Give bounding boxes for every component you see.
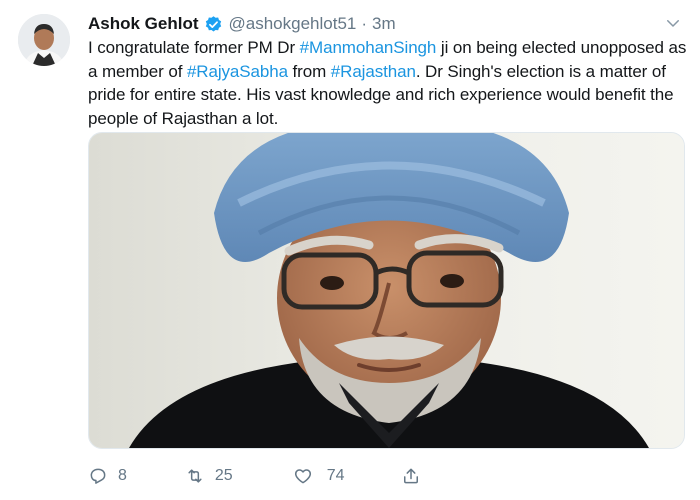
- separator-dot: ·: [361, 14, 368, 33]
- heart-icon: [294, 469, 311, 484]
- tweet-photo[interactable]: [88, 132, 685, 449]
- tweet-text: I congratulate former PM Dr #ManmohanSin…: [88, 36, 688, 130]
- tweet-actions: 8 25 74: [88, 463, 431, 489]
- avatar[interactable]: [18, 14, 70, 66]
- tweet-header: Ashok Gehlot @ashokgehlot51 · 3m: [88, 12, 396, 36]
- tweet-text-segment: I congratulate former PM Dr: [88, 38, 300, 57]
- retweet-icon: [188, 469, 202, 483]
- tweet-text-segment: from: [287, 61, 331, 81]
- author-handle[interactable]: @ashokgehlot51: [229, 14, 357, 34]
- retweet-button[interactable]: 25: [185, 466, 233, 486]
- reply-count: 8: [118, 467, 127, 484]
- like-count: 74: [326, 467, 345, 484]
- tweet-timestamp[interactable]: 3m: [372, 14, 396, 34]
- hashtag-link[interactable]: #Rajasthan: [331, 62, 416, 81]
- share-button[interactable]: [401, 466, 431, 486]
- author-name[interactable]: Ashok Gehlot: [88, 14, 199, 34]
- hashtag-link[interactable]: #RajyaSabha: [187, 62, 288, 81]
- reply-button[interactable]: 8: [88, 466, 127, 486]
- hashtag-link[interactable]: #ManmohanSingh: [300, 38, 437, 57]
- chevron-down-icon[interactable]: [664, 14, 682, 32]
- like-button[interactable]: 74: [293, 466, 345, 486]
- tweet: Ashok Gehlot @ashokgehlot51 · 3m I congr…: [0, 0, 700, 500]
- share-icon: [403, 468, 418, 484]
- reply-icon: [90, 468, 106, 484]
- verified-badge-icon: [204, 15, 223, 34]
- retweet-count: 25: [214, 467, 233, 484]
